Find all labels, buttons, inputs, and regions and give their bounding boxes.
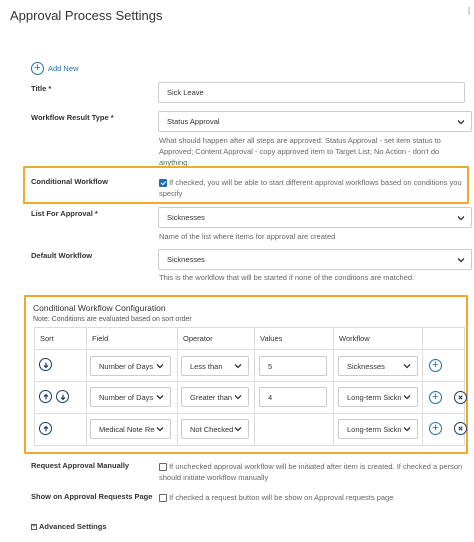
row-2-operator-value: Greater than bbox=[190, 392, 233, 402]
row-2-workflow-select[interactable]: Long-term Sickness bbox=[338, 387, 418, 407]
header-values: Values bbox=[260, 334, 283, 343]
chevron-down-icon bbox=[234, 427, 242, 432]
add-new-label: Add New bbox=[48, 64, 79, 73]
default-workflow-help: This is the workflow that will be starte… bbox=[159, 273, 415, 282]
row-3-workflow-value: Long-term Sickness bbox=[347, 424, 402, 434]
show-on-requests-option[interactable]: If checked a request button will be show… bbox=[159, 492, 464, 503]
default-workflow-value: Sicknesses bbox=[167, 255, 205, 264]
chevron-down-icon bbox=[457, 257, 465, 262]
row-3-operator-select[interactable]: Not Checked bbox=[181, 419, 249, 439]
col-divider bbox=[177, 327, 178, 446]
add-condition-icon[interactable]: + bbox=[429, 359, 442, 372]
row-2-operator-select[interactable]: Greater than bbox=[181, 387, 249, 407]
col-divider bbox=[333, 327, 334, 446]
chevron-down-icon bbox=[403, 395, 411, 400]
row-3-operator-value: Not Checked bbox=[190, 424, 233, 434]
corner-mark: | bbox=[468, 6, 471, 15]
default-workflow-label: Default Workflow bbox=[31, 251, 93, 260]
conditional-workflow-help: If checked, you will be able to start di… bbox=[159, 178, 462, 198]
advanced-settings-toggle[interactable]: + Advanced Settings bbox=[31, 522, 107, 531]
show-on-requests-help: If checked a request button will be show… bbox=[169, 493, 394, 502]
row-3-workflow-select[interactable]: Long-term Sickness bbox=[338, 419, 418, 439]
workflow-result-help: What should happen after all steps are a… bbox=[159, 136, 441, 167]
conditional-workflow-option[interactable]: If checked, you will be able to start di… bbox=[159, 177, 464, 199]
row-1-value-input[interactable]: 5 bbox=[259, 356, 327, 376]
conditional-workflow-checkbox[interactable] bbox=[159, 179, 167, 188]
row-2-workflow-value: Long-term Sickness bbox=[347, 392, 402, 402]
add-condition-icon[interactable]: + bbox=[429, 391, 442, 404]
chevron-down-icon bbox=[403, 364, 411, 369]
header-sort: Sort bbox=[40, 334, 54, 343]
row-2-value-input[interactable]: 4 bbox=[259, 387, 327, 407]
row-2-field-select[interactable]: Number of Days bbox=[90, 387, 171, 407]
title-input[interactable]: Sick Leave bbox=[158, 82, 465, 103]
chevron-down-icon bbox=[156, 427, 164, 432]
table-header-divider bbox=[34, 349, 465, 350]
row-divider bbox=[34, 413, 465, 414]
request-manually-label: Request Approval Manually bbox=[31, 461, 130, 470]
add-condition-icon[interactable]: + bbox=[429, 422, 442, 435]
add-new-button[interactable]: + Add New bbox=[31, 62, 78, 75]
sort-up-icon[interactable] bbox=[39, 422, 52, 435]
list-for-approval-value: Sicknesses bbox=[167, 213, 205, 222]
chevron-down-icon bbox=[403, 427, 411, 432]
row-1-field-value: Number of Days bbox=[99, 361, 154, 371]
request-manually-option[interactable]: If unchecked approval workflow will be i… bbox=[159, 461, 469, 483]
remove-condition-icon[interactable] bbox=[454, 422, 467, 435]
request-manually-help: If unchecked approval workflow will be i… bbox=[159, 462, 463, 482]
workflow-result-label: Workflow Result Type * bbox=[31, 113, 114, 122]
header-workflow: Workflow bbox=[339, 334, 370, 343]
advanced-settings-label: Advanced Settings bbox=[39, 522, 107, 531]
col-divider bbox=[254, 327, 255, 446]
col-divider bbox=[422, 327, 423, 446]
header-operator: Operator bbox=[183, 334, 213, 343]
list-for-approval-help: Name of the list where items for approva… bbox=[159, 232, 336, 241]
config-note: Note: Conditions are evaluated based on … bbox=[33, 316, 192, 323]
default-workflow-select[interactable]: Sicknesses bbox=[158, 249, 472, 270]
remove-condition-icon[interactable] bbox=[454, 391, 467, 404]
plus-circle-icon: + bbox=[31, 62, 44, 75]
header-field: Field bbox=[92, 334, 109, 343]
conditional-workflow-label: Conditional Workflow bbox=[31, 177, 108, 186]
row-1-workflow-value: Sicknesses bbox=[347, 361, 385, 371]
chevron-down-icon bbox=[234, 364, 242, 369]
sort-down-icon[interactable] bbox=[56, 390, 69, 403]
col-divider bbox=[86, 327, 87, 446]
chevron-down-icon bbox=[234, 395, 242, 400]
row-1-workflow-select[interactable]: Sicknesses bbox=[338, 356, 418, 376]
expand-plus-icon: + bbox=[31, 523, 37, 530]
row-3-field-select[interactable]: Medical Note Required bbox=[90, 419, 171, 439]
row-2-field-value: Number of Days bbox=[99, 392, 154, 402]
page-title: Approval Process Settings bbox=[10, 8, 163, 23]
chevron-down-icon bbox=[156, 395, 164, 400]
show-on-requests-label: Show on Approval Requests Page bbox=[31, 492, 153, 501]
chevron-down-icon bbox=[457, 215, 465, 220]
chevron-down-icon bbox=[156, 364, 164, 369]
row-3-field-value: Medical Note Required bbox=[99, 424, 155, 434]
workflow-result-value: Status Approval bbox=[167, 117, 220, 126]
show-on-requests-checkbox[interactable] bbox=[159, 494, 167, 503]
workflow-result-select[interactable]: Status Approval bbox=[158, 111, 472, 132]
row-1-field-select[interactable]: Number of Days bbox=[90, 356, 171, 376]
list-for-approval-label: List For Approval * bbox=[31, 209, 98, 218]
sort-up-icon[interactable] bbox=[39, 390, 52, 403]
chevron-down-icon bbox=[457, 119, 465, 124]
config-title: Conditional Workflow Configuration bbox=[33, 303, 166, 313]
sort-down-icon[interactable] bbox=[39, 358, 52, 371]
row-1-operator-value: Less than bbox=[190, 361, 223, 371]
row-divider bbox=[34, 381, 465, 382]
title-label: Title * bbox=[31, 84, 52, 93]
request-manually-checkbox[interactable] bbox=[159, 463, 167, 472]
row-1-operator-select[interactable]: Less than bbox=[181, 356, 249, 376]
list-for-approval-select[interactable]: Sicknesses bbox=[158, 207, 472, 228]
